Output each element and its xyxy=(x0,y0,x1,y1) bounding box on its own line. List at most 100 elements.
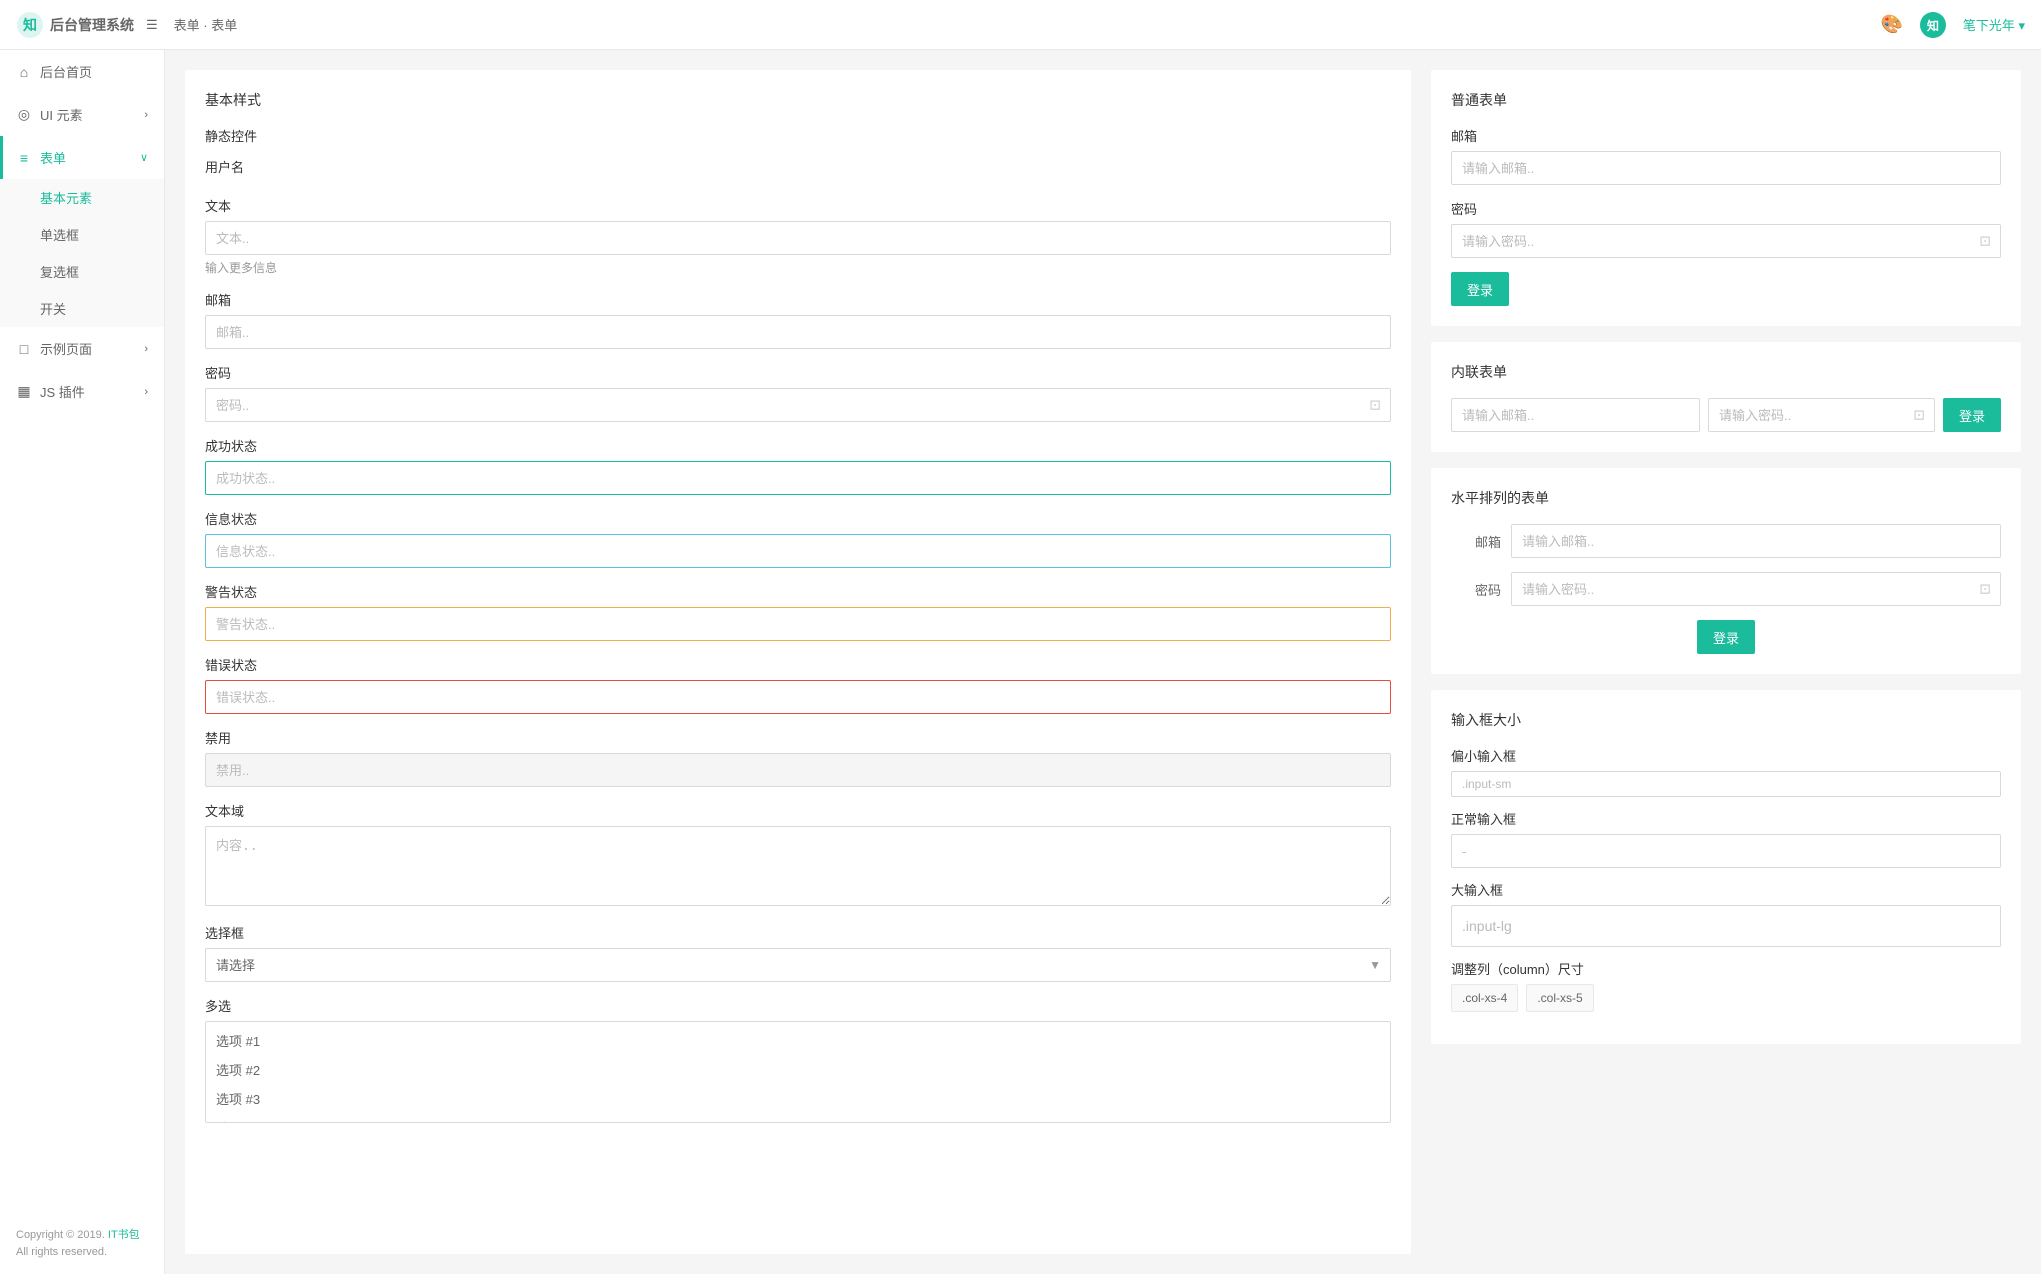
normal-password-group: 密码 ⊡ xyxy=(1451,199,2001,258)
normal-password-input[interactable] xyxy=(1451,224,2001,258)
horizontal-password-input[interactable] xyxy=(1511,572,2001,606)
horizontal-password-wrapper: ⊡ xyxy=(1511,572,2001,606)
error-label: 错误状态 xyxy=(205,655,1391,674)
sidebar-item-examples[interactable]: □ 示例页面 › xyxy=(0,327,164,370)
inline-form-title: 内联表单 xyxy=(1451,362,2001,382)
textarea-input[interactable] xyxy=(205,826,1391,906)
sidebar: ⌂ 后台首页 ◎ UI 元素 › ≡ 表单 ∨ 基本元素 单选框 复选框 开关 … xyxy=(0,50,165,1274)
inline-form-card: 内联表单 ⊡ 登录 xyxy=(1431,342,2021,452)
menu-toggle-icon[interactable]: ☰ xyxy=(146,17,158,33)
password-label: 密码 xyxy=(205,363,1391,382)
ui-icon: ◎ xyxy=(16,106,32,123)
warning-label: 警告状态 xyxy=(205,582,1391,601)
list-item[interactable]: 选项 #4 xyxy=(206,1113,1390,1122)
inline-submit-button[interactable]: 登录 xyxy=(1943,398,2001,432)
horizontal-password-label: 密码 xyxy=(1451,580,1511,599)
warning-group: 警告状态 xyxy=(205,582,1391,641)
col-sizes-row: 调整列（column）尺寸 .col-xs-4 .col-xs-5 xyxy=(1451,959,2001,1012)
normal-form-title: 普通表单 xyxy=(1451,90,2001,110)
normal-email-input[interactable] xyxy=(1451,151,2001,185)
plugins-icon: ▦ xyxy=(16,383,32,400)
static-control-label: 静态控件 xyxy=(205,126,1391,145)
sidebar-item-basic[interactable]: 基本元素 xyxy=(0,179,164,216)
normal-input-label: 正常输入框 xyxy=(1451,809,2001,828)
disabled-label: 禁用 xyxy=(205,728,1391,747)
large-input-label: 大输入框 xyxy=(1451,880,2001,899)
home-icon: ⌂ xyxy=(16,64,32,80)
sidebar-label-home: 后台首页 xyxy=(40,62,92,81)
large-input[interactable] xyxy=(1451,905,2001,947)
inline-eye-icon[interactable]: ⊡ xyxy=(1913,407,1925,424)
horizontal-password-row: 密码 ⊡ xyxy=(1451,572,2001,606)
chevron-right-icon: › xyxy=(144,109,148,121)
svg-text:知: 知 xyxy=(1926,18,1939,33)
textarea-group: 文本域 xyxy=(205,801,1391,909)
error-input[interactable] xyxy=(205,680,1391,714)
text-input[interactable] xyxy=(205,221,1391,255)
textarea-label: 文本域 xyxy=(205,801,1391,820)
breadcrumb-text: 表单 · 表单 xyxy=(174,15,238,34)
footer-link[interactable]: IT书包 xyxy=(108,1229,140,1241)
breadcrumb: ☰ 表单 · 表单 xyxy=(146,15,237,34)
horizontal-password-input-wrap: ⊡ xyxy=(1511,572,2001,606)
sidebar-item-plugins[interactable]: ▦ JS 插件 › xyxy=(0,370,164,413)
horizontal-eye-icon[interactable]: ⊡ xyxy=(1979,581,1991,598)
select-group: 选择框 请选择 ▼ xyxy=(205,923,1391,982)
content-area: 基本样式 静态控件 用户名 文本 输入更多信息 邮箱 密码 xyxy=(165,50,2041,1274)
select-input[interactable]: 请选择 xyxy=(205,948,1391,982)
sidebar-item-switch[interactable]: 开关 xyxy=(0,290,164,327)
input-sizes-title: 输入框大小 xyxy=(1451,710,2001,730)
sidebar-item-form[interactable]: ≡ 表单 ∨ xyxy=(0,136,164,179)
left-panel: 基本样式 静态控件 用户名 文本 输入更多信息 邮箱 密码 xyxy=(185,70,1411,1254)
logo: 知 后台管理系统 xyxy=(16,11,134,39)
horizontal-submit-button[interactable]: 登录 xyxy=(1697,620,1755,654)
text-group: 文本 输入更多信息 xyxy=(205,196,1391,276)
header: 知 后台管理系统 ☰ 表单 · 表单 🎨 知 笔下光年 ▾ xyxy=(0,0,2041,50)
static-value: 用户名 xyxy=(205,151,1391,182)
warning-input[interactable] xyxy=(205,607,1391,641)
input-sizes-body: 偏小输入框 正常输入框 大输入框 调整列（column）尺寸 . xyxy=(1451,746,2001,1012)
normal-submit-button[interactable]: 登录 xyxy=(1451,272,1509,306)
normal-email-group: 邮箱 xyxy=(1451,126,2001,185)
normal-size-input[interactable] xyxy=(1451,834,2001,868)
list-item[interactable]: 选项 #1 xyxy=(206,1026,1390,1055)
success-input[interactable] xyxy=(205,461,1391,495)
inline-password-input[interactable] xyxy=(1708,398,1935,432)
normal-eye-icon[interactable]: ⊡ xyxy=(1979,233,1991,250)
left-panel-title: 基本样式 xyxy=(205,90,1391,110)
email-input[interactable] xyxy=(205,315,1391,349)
success-group: 成功状态 xyxy=(205,436,1391,495)
list-item[interactable]: 选项 #2 xyxy=(206,1055,1390,1084)
info-input[interactable] xyxy=(205,534,1391,568)
sidebar-item-ui[interactable]: ◎ UI 元素 › xyxy=(0,93,164,136)
chevron-right-icon-2: › xyxy=(144,343,148,355)
select-wrapper: 请选择 ▼ xyxy=(205,948,1391,982)
password-input[interactable] xyxy=(205,388,1391,422)
normal-form-card: 普通表单 邮箱 密码 ⊡ 登录 xyxy=(1431,70,2021,326)
sidebar-label-ui: UI 元素 xyxy=(40,105,83,124)
inline-email-input[interactable] xyxy=(1451,398,1700,432)
inline-password-wrapper: ⊡ xyxy=(1708,398,1935,432)
disabled-input xyxy=(205,753,1391,787)
list-item[interactable]: 选项 #3 xyxy=(206,1084,1390,1113)
theme-icon[interactable]: 🎨 xyxy=(1880,14,1902,35)
normal-password-wrapper: ⊡ xyxy=(1451,224,2001,258)
multiselect-listbox[interactable]: 选项 #1 选项 #2 选项 #3 选项 #4 xyxy=(205,1021,1391,1123)
user-name[interactable]: 笔下光年 ▾ xyxy=(1963,15,2025,34)
disabled-group: 禁用 xyxy=(205,728,1391,787)
col-item-xs4: .col-xs-4 xyxy=(1451,984,1518,1012)
sidebar-label-examples: 示例页面 xyxy=(40,339,92,358)
input-sizes-card: 输入框大小 偏小输入框 正常输入框 大输入框 调整列（ xyxy=(1431,690,2021,1044)
sidebar-label-form: 表单 xyxy=(40,148,66,167)
horizontal-form-title: 水平排列的表单 xyxy=(1451,488,2001,508)
sidebar-item-multi[interactable]: 复选框 xyxy=(0,253,164,290)
multiselect-group: 多选 选项 #1 选项 #2 选项 #3 选项 #4 xyxy=(205,996,1391,1123)
small-input[interactable] xyxy=(1451,771,2001,797)
normal-input-row: 正常输入框 xyxy=(1451,809,2001,868)
info-label: 信息状态 xyxy=(205,509,1391,528)
sidebar-item-single[interactable]: 单选框 xyxy=(0,216,164,253)
horizontal-email-input[interactable] xyxy=(1511,524,2001,558)
sidebar-item-home[interactable]: ⌂ 后台首页 xyxy=(0,50,164,93)
chevron-right-icon-3: › xyxy=(144,386,148,398)
eye-icon[interactable]: ⊡ xyxy=(1369,397,1381,414)
